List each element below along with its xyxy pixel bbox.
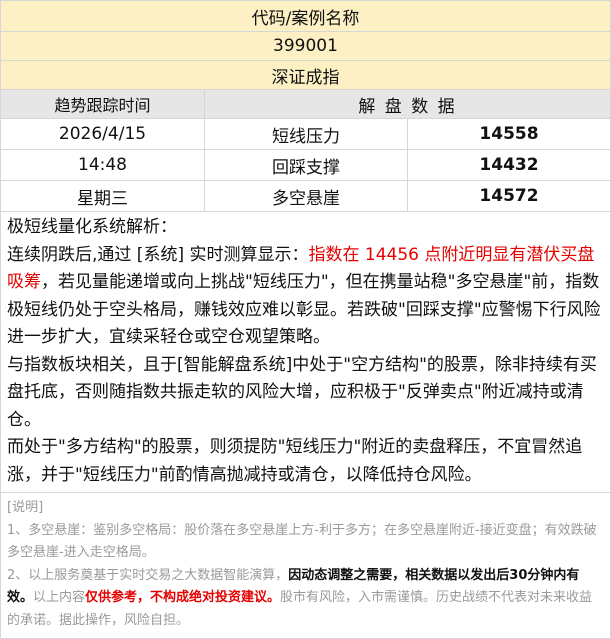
note-1: 1、多空悬崖：鉴别多空格局：股价落在多空悬崖上方-利于多方；在多空悬崖附近-接近… (7, 522, 597, 561)
table-row: 2026/4/15 短线压力 14558 (1, 119, 610, 150)
col-header-time: 趋势跟踪时间 (54, 96, 151, 115)
analysis-text: 连续阴跌后,通过 [系统] 实时测算显示： (7, 244, 309, 265)
index-card: 代码/案例名称 399001 深证成指 趋势跟踪时间 解 盘 数 据 2026/… (0, 0, 611, 639)
notes-title: [说明] (7, 500, 44, 515)
row-value: 14558 (407, 119, 610, 149)
index-name: 深证成指 (271, 67, 340, 88)
note-text: 2、以上服务奠基于实时交易之大数据智能演算， (7, 567, 289, 583)
note-text: 以上内容 (33, 590, 86, 605)
col-header-data: 解 盘 数 据 (204, 90, 610, 118)
table-header-row: 趋势跟踪时间 解 盘 数 据 (1, 90, 610, 119)
row-label: 多空悬崖 (204, 181, 407, 211)
analysis-text: ，若见量能递增或向上挑战"短线压力"，但在携量站稳"多空悬崖"前，指数极短线仍处… (7, 272, 601, 347)
index-code: 399001 (273, 36, 338, 56)
note-warning: 仅供参考，不构成绝对投资建议。 (85, 590, 281, 605)
row-value: 14572 (407, 181, 610, 211)
note-2: 2、以上服务奠基于实时交易之大数据智能演算，因动态调整之需要，相关数据以发出后3… (7, 565, 604, 633)
analysis-title: 极短线量化系统解析： (7, 217, 177, 237)
row-label: 回踩支撑 (204, 150, 407, 180)
code-row: 399001 (1, 32, 610, 61)
table-row: 星期三 多空悬崖 14572 (1, 181, 610, 212)
row-label: 短线压力 (204, 119, 407, 149)
analysis-paragraph-1: 连续阴跌后,通过 [系统] 实时测算显示：指数在 14456 点附近明显有潜伏买… (7, 242, 604, 352)
notes-section: [说明] 1、多空悬崖：鉴别多空格局：股价落在多空悬崖上方-利于多方；在多空悬崖… (1, 493, 610, 638)
title-row: 代码/案例名称 (1, 1, 610, 32)
row-value: 14432 (407, 150, 610, 180)
name-row: 深证成指 (1, 61, 610, 90)
table-row: 14:48 回踩支撑 14432 (1, 150, 610, 181)
analysis-paragraph-2: 与指数板块相关，且于[智能解盘系统]中处于"空方结构"的股票，除非持续有买盘托底… (7, 354, 597, 430)
card-title: 代码/案例名称 (251, 8, 360, 29)
row-time: 14:48 (78, 155, 127, 175)
analysis-paragraph-3: 而处于"多方结构"的股票，则须提防"短线压力"附近的卖盘释压，不宜冒然追涨，并于… (7, 437, 583, 485)
row-time: 2026/4/15 (58, 124, 147, 144)
row-time: 星期三 (77, 188, 128, 209)
analysis-section: 极短线量化系统解析： 连续阴跌后,通过 [系统] 实时测算显示：指数在 1445… (1, 212, 610, 493)
